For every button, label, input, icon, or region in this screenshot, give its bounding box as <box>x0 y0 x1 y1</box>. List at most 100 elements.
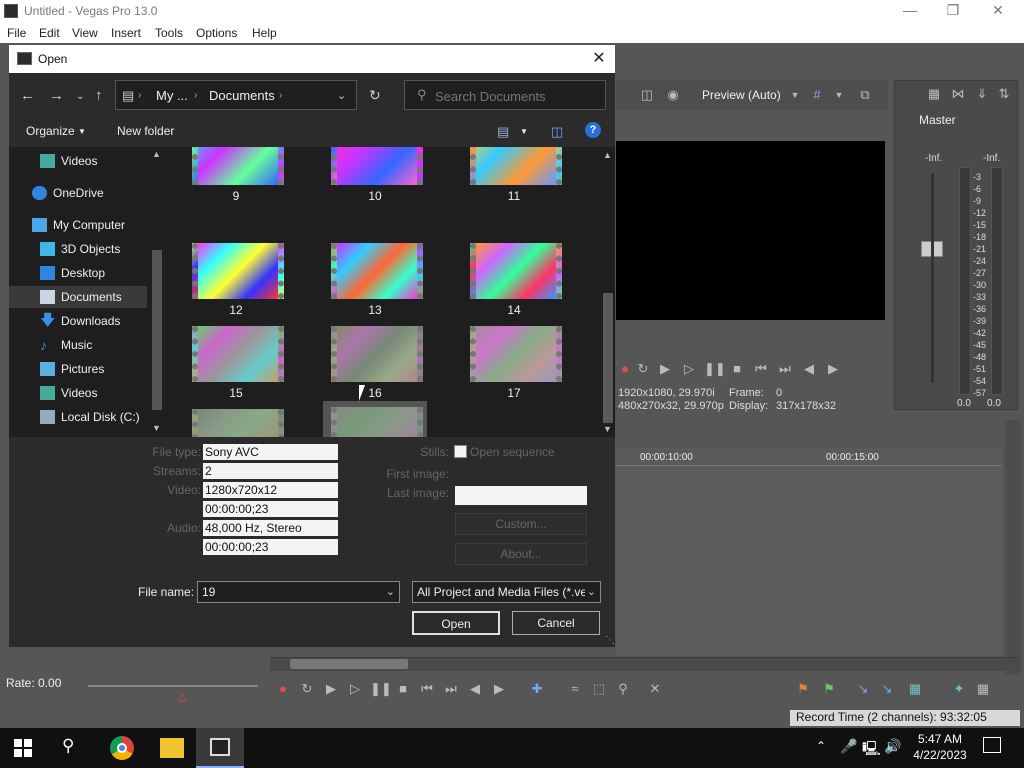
file-item-12[interactable]: 12 <box>184 241 288 323</box>
menu-options[interactable]: Options <box>196 26 237 40</box>
play-from-start-icon[interactable]: ▶ <box>322 680 340 698</box>
nav-item-local-disk[interactable]: Local Disk (C:) <box>9 406 147 428</box>
nav-item-videos[interactable]: Videos <box>9 382 147 404</box>
nav-item-documents[interactable]: Documents <box>9 286 147 308</box>
breadcrumb-item-my[interactable]: My ... <box>156 88 188 103</box>
network-icon[interactable]: 🖳 <box>862 738 881 762</box>
nav-item-onedrive[interactable]: OneDrive <box>9 182 147 204</box>
nav-pane-scroll-thumb[interactable] <box>152 250 162 410</box>
pause-icon[interactable]: ❚❚ <box>370 680 392 698</box>
refresh-icon[interactable]: ↻ <box>369 87 381 104</box>
scroll-up-icon[interactable]: ▲ <box>152 149 161 159</box>
windows-start-icon[interactable] <box>14 736 38 760</box>
notifications-icon[interactable] <box>983 737 1001 753</box>
menu-tools[interactable]: Tools <box>155 26 183 40</box>
restore-button[interactable]: ❐ <box>938 2 968 20</box>
file-item-17[interactable]: 17 <box>462 324 566 406</box>
file-explorer-icon[interactable] <box>160 738 184 758</box>
record-icon[interactable]: ● <box>616 360 634 378</box>
menu-file[interactable]: File <box>7 26 26 40</box>
overlay-icon[interactable]: ◉ <box>664 86 682 104</box>
go-to-start-icon[interactable]: ⏮ <box>752 360 770 378</box>
new-folder-button[interactable]: New folder <box>117 124 174 138</box>
nav-item-downloads[interactable]: 🡇 Downloads <box>9 310 147 332</box>
master-fader-track[interactable] <box>931 173 934 383</box>
stop-icon[interactable]: ■ <box>394 680 412 698</box>
file-item-14[interactable]: 14 <box>462 241 566 323</box>
minimize-button[interactable]: — <box>895 2 925 20</box>
dialog-close-button[interactable]: ✕ <box>589 49 609 69</box>
timeline-ruler[interactable]: 00:00:10:00 00:00:15:00 <box>616 448 1002 466</box>
forward-arrow-icon[interactable]: → <box>49 87 64 104</box>
loop-icon[interactable]: ↻ <box>634 360 652 378</box>
search-icon[interactable]: ⚲ <box>62 736 86 760</box>
region-icon[interactable]: ⚑ <box>820 680 838 698</box>
mixer-icon[interactable]: ▦ <box>925 85 943 103</box>
file-item-16[interactable]: 16 <box>323 324 427 406</box>
snapping-icon[interactable]: ▦ <box>906 680 924 698</box>
stop-icon[interactable]: ■ <box>728 360 746 378</box>
downmix-icon[interactable]: ⇓ <box>973 85 991 103</box>
envelope-tool-icon[interactable]: ≈ <box>566 680 584 698</box>
address-dropdown-icon[interactable]: ⌄ <box>337 89 346 102</box>
go-to-end-icon[interactable]: ⏭ <box>776 360 794 378</box>
auto-ripple-icon[interactable]: ↘ <box>854 680 872 698</box>
file-item-15[interactable]: 15 <box>184 324 288 406</box>
address-bar[interactable]: ▤ › My ... › Documents › ⌄ <box>115 80 357 110</box>
nav-item-videos-top[interactable]: Videos <box>9 150 147 172</box>
volume-icon[interactable]: 🔊 <box>884 738 901 755</box>
chevron-down-icon[interactable]: ▼ <box>520 127 528 136</box>
file-type-select[interactable]: All Project and Media Files (*.veg ⌄ <box>412 581 601 603</box>
cancel-button[interactable]: Cancel <box>512 611 600 635</box>
chevron-down-icon[interactable]: ▼ <box>786 86 804 104</box>
grid-icon[interactable]: # <box>808 86 826 104</box>
open-button[interactable]: Open <box>412 611 500 635</box>
play-icon[interactable]: ▷ <box>680 360 698 378</box>
microphone-icon[interactable]: 🎤 <box>840 738 857 755</box>
up-arrow-icon[interactable]: ↑ <box>95 87 103 104</box>
nav-item-pictures[interactable]: Pictures <box>9 358 147 380</box>
view-menu-icon[interactable]: ▤ <box>497 124 509 140</box>
delete-icon[interactable]: ✕ <box>646 680 664 698</box>
scroll-down-icon[interactable]: ▼ <box>603 424 612 434</box>
file-item-11[interactable]: 11 <box>462 147 566 209</box>
preview-pane-icon[interactable]: ◫ <box>551 124 563 140</box>
marker-icon[interactable]: ⚑ <box>794 680 812 698</box>
fx-icon[interactable]: ⋈ <box>949 85 967 103</box>
chevron-down-icon[interactable]: ⌄ <box>584 582 596 602</box>
vegas-taskbar-button[interactable] <box>196 728 244 768</box>
file-list-scroll-thumb[interactable] <box>603 293 613 423</box>
dim-icon[interactable]: ⇅ <box>995 85 1013 103</box>
help-icon[interactable]: ? <box>585 122 601 138</box>
timeline-vertical-scrollbar[interactable] <box>1005 420 1021 675</box>
timeline-scroll-thumb[interactable] <box>290 659 408 669</box>
chevron-down-icon[interactable]: ⌄ <box>386 585 395 598</box>
recent-locations-chevron-icon[interactable]: ⌄ <box>76 91 84 102</box>
prev-frame-icon[interactable]: ◀ <box>466 680 484 698</box>
normal-edit-tool-icon[interactable]: ✚ <box>528 680 546 698</box>
pause-icon[interactable]: ❚❚ <box>704 360 726 378</box>
file-item-19[interactable]: 19 <box>323 401 427 437</box>
copy-snapshot-icon[interactable]: ⧉ <box>856 86 874 104</box>
scroll-up-icon[interactable]: ▲ <box>603 150 612 160</box>
scroll-down-icon[interactable]: ▼ <box>152 423 161 433</box>
selection-tool-icon[interactable]: ⬚ <box>590 680 608 698</box>
rate-slider[interactable] <box>88 685 258 687</box>
nav-item-3d-objects[interactable]: 3D Objects <box>9 238 147 260</box>
organize-button[interactable]: Organize <box>26 124 75 138</box>
taskbar-clock[interactable]: 5:47 AM 4/22/2023 <box>905 731 975 763</box>
search-input[interactable] <box>435 87 600 105</box>
breadcrumb-item-documents[interactable]: Documents <box>209 88 275 103</box>
lock-envelopes-icon[interactable]: ↘ <box>878 680 896 698</box>
rate-marker-icon[interactable]: △ <box>178 690 186 703</box>
ignore-grouping-icon[interactable]: ▦ <box>974 680 992 698</box>
close-app-button[interactable]: ✕ <box>983 2 1013 20</box>
chevron-down-icon[interactable]: ▼ <box>78 127 86 136</box>
search-box[interactable]: ⚲ <box>404 80 606 110</box>
nav-item-desktop[interactable]: Desktop <box>9 262 147 284</box>
zoom-tool-icon[interactable]: ⚲ <box>614 680 632 698</box>
back-arrow-icon[interactable]: ← <box>20 87 35 104</box>
record-icon[interactable]: ● <box>274 680 292 698</box>
chrome-icon[interactable] <box>110 736 134 760</box>
play-icon[interactable]: ▷ <box>346 680 364 698</box>
